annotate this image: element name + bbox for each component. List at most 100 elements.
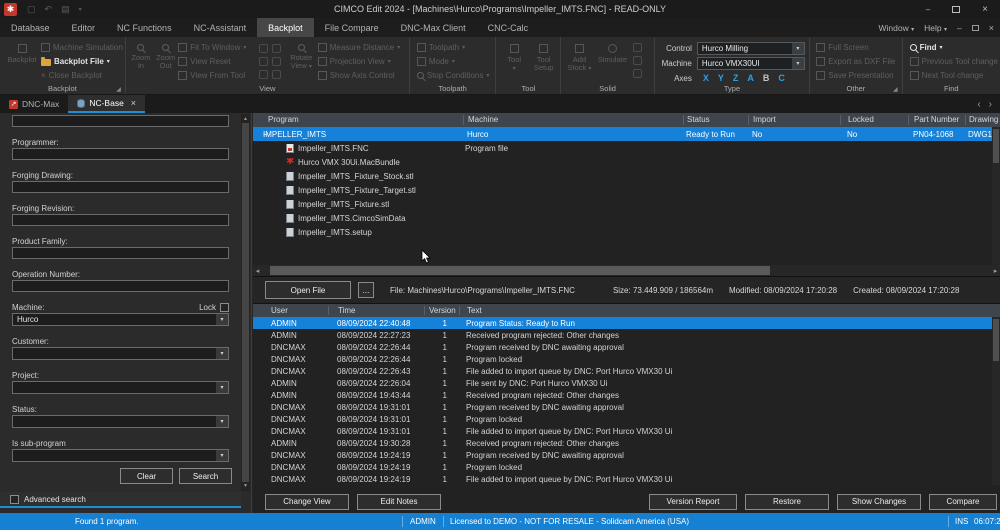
axis-z[interactable]: Z (733, 73, 739, 83)
add-stock-button[interactable]: Add Stock ▾ (564, 39, 594, 84)
view-iso-icon[interactable] (259, 44, 268, 53)
close-button[interactable]: × (982, 4, 988, 15)
measure-distance-button[interactable]: Measure Distance▾ (318, 43, 407, 52)
file-row[interactable]: ✱Hurco VMX 30Ui.MacBundle (253, 155, 1000, 169)
scrollbar-thumb[interactable] (242, 123, 249, 482)
tab-nc-functions[interactable]: NC Functions (106, 18, 183, 37)
scrollbar-thumb[interactable] (993, 319, 999, 361)
view-back-icon[interactable] (259, 70, 268, 79)
customer-select[interactable]: ▾ (12, 347, 229, 360)
machine-select[interactable]: Hurco VMX30UI▾ (697, 57, 805, 70)
operation-number-field[interactable] (12, 280, 229, 292)
machine-simulation-button[interactable]: Machine Simulation (41, 43, 123, 52)
axis-b[interactable]: B (763, 73, 770, 83)
file-row[interactable]: Impeller_IMTS_Fixture.stl (253, 197, 1000, 211)
zoom-out-button[interactable]: Zoom Out (153, 39, 178, 84)
log-row[interactable]: ADMIN08/09/2024 22:26:041File sent by DN… (253, 377, 1000, 389)
log-row[interactable]: DNCMAX08/09/2024 19:31:011File added to … (253, 425, 1000, 437)
project-select[interactable]: ▾ (12, 381, 229, 394)
show-axis-control-button[interactable]: Show Axis Control (318, 71, 407, 80)
column-time[interactable]: Time (328, 306, 424, 315)
tab-editor[interactable]: Editor (61, 18, 107, 37)
log-row[interactable]: DNCMAX08/09/2024 19:24:191Program locked (253, 461, 1000, 473)
column-user[interactable]: User (253, 306, 328, 315)
file-row[interactable]: Impeller_IMTS_Fixture_Target.stl (253, 183, 1000, 197)
log-scrollbar[interactable] (992, 317, 1000, 485)
mode-button[interactable]: Mode▾ (417, 57, 490, 66)
previous-tool-change-button[interactable]: Previous Tool change (910, 57, 998, 66)
column-program[interactable]: Program (253, 115, 463, 125)
chevron-down-icon[interactable]: ▾ (216, 348, 228, 359)
maximize-button[interactable] (952, 6, 960, 13)
axis-x[interactable]: X (703, 73, 709, 83)
doctab-dnc-max[interactable]: ↗ DNC-Max (0, 95, 68, 113)
product-family-field[interactable] (12, 247, 229, 259)
compare-button[interactable]: Compare (929, 494, 997, 510)
scroll-up-icon[interactable]: ▲ (241, 116, 250, 122)
open-file-button[interactable]: Open File (265, 281, 351, 299)
column-text[interactable]: Text (459, 306, 1000, 315)
minimize-button[interactable]: – (926, 5, 930, 14)
toolpath-button[interactable]: Toolpath▾ (417, 43, 490, 52)
rotate-view-button[interactable]: Rotate View ▾ (285, 39, 318, 84)
doc-restore-button[interactable] (972, 25, 979, 31)
top-search-field[interactable] (12, 115, 229, 127)
help-menu[interactable]: Help ▾ (924, 23, 947, 33)
browse-button[interactable]: ... (358, 282, 374, 298)
search-button[interactable]: Search (179, 468, 232, 484)
solid-option-icon[interactable] (633, 69, 642, 78)
save-presentation-button[interactable]: Save Presentation (816, 71, 895, 80)
machine-filter-select[interactable]: Hurco▾ (12, 313, 229, 326)
log-row[interactable]: DNCMAX08/09/2024 22:26:441Program receiv… (253, 341, 1000, 353)
doc-close-button[interactable]: × (989, 23, 994, 33)
panel-scrollbar[interactable]: ▲ ▼ (241, 114, 250, 491)
show-changes-button[interactable]: Show Changes (837, 494, 921, 510)
file-row[interactable]: Impeller_IMTS.FNC Program file (253, 141, 1000, 155)
dialog-launcher-icon[interactable]: ◢ (116, 86, 121, 93)
tab-nc-assistant[interactable]: NC-Assistant (183, 18, 258, 37)
edit-notes-button[interactable]: Edit Notes (357, 494, 441, 510)
file-row[interactable]: Impeller_IMTS.setup (253, 225, 1000, 239)
zoom-in-button[interactable]: Zoom In (129, 39, 153, 84)
file-row[interactable]: Impeller_IMTS.CimcoSimData (253, 211, 1000, 225)
axis-c[interactable]: C (778, 73, 785, 83)
tab-scroll-right-icon[interactable]: › (989, 99, 992, 110)
log-row[interactable]: DNCMAX08/09/2024 19:31:011Program receiv… (253, 401, 1000, 413)
stop-conditions-button[interactable]: Stop Conditions▾ (417, 71, 490, 80)
column-locked[interactable]: Locked (840, 115, 908, 125)
program-list-scrollbar[interactable] (992, 127, 1000, 265)
chevron-down-icon[interactable]: ▾ (216, 450, 228, 461)
control-select[interactable]: Hurco Milling▾ (697, 42, 805, 55)
version-report-button[interactable]: Version Report (649, 494, 737, 510)
log-row[interactable]: DNCMAX08/09/2024 22:26:441Program locked (253, 353, 1000, 365)
log-row[interactable]: ADMIN08/09/2024 22:40:481Program Status:… (253, 317, 1000, 329)
log-row[interactable]: DNCMAX08/09/2024 22:26:431File added to … (253, 365, 1000, 377)
print-icon[interactable]: ▤ (61, 4, 70, 15)
next-tool-change-button[interactable]: Next Tool change (910, 71, 998, 80)
column-version[interactable]: Version (424, 306, 459, 315)
tab-scroll-left-icon[interactable]: ‹ (977, 99, 980, 110)
tool-setup-button[interactable]: Tool Setup (529, 39, 559, 84)
programmer-field[interactable] (12, 148, 229, 160)
log-row[interactable]: ADMIN08/09/2024 22:27:231Received progra… (253, 329, 1000, 341)
fit-to-window-button[interactable]: Fit To Window▾ (178, 43, 256, 52)
advanced-search-checkbox[interactable] (10, 495, 19, 504)
export-dxf-button[interactable]: Export as DXF File (816, 57, 895, 66)
program-row-selected[interactable]: −IMPELLER_IMTS Hurco Ready to Run No No … (253, 127, 1000, 141)
tool-button[interactable]: Tool▾ (499, 39, 529, 84)
solid-option-icon[interactable] (633, 43, 642, 52)
view-top-icon[interactable] (272, 44, 281, 53)
restore-button[interactable]: Restore (745, 494, 829, 510)
simulate-button[interactable]: Simulate (594, 39, 630, 84)
backplot-file-button[interactable]: Backplot File▾ (41, 57, 123, 66)
chevron-down-icon[interactable]: ▾ (216, 314, 228, 325)
forging-drawing-field[interactable] (12, 181, 229, 193)
full-screen-button[interactable]: Full Screen (816, 43, 895, 52)
view-orientation-buttons[interactable] (256, 39, 285, 84)
find-button[interactable]: Find▾ (910, 43, 998, 52)
doctab-nc-base[interactable]: NC-Base × (68, 95, 145, 113)
collapse-icon[interactable]: − (253, 130, 263, 139)
scroll-right-icon[interactable]: ▸ (991, 267, 1000, 275)
view-reset-button[interactable]: View Reset (178, 57, 256, 66)
tab-cnc-calc[interactable]: CNC-Calc (477, 18, 540, 37)
